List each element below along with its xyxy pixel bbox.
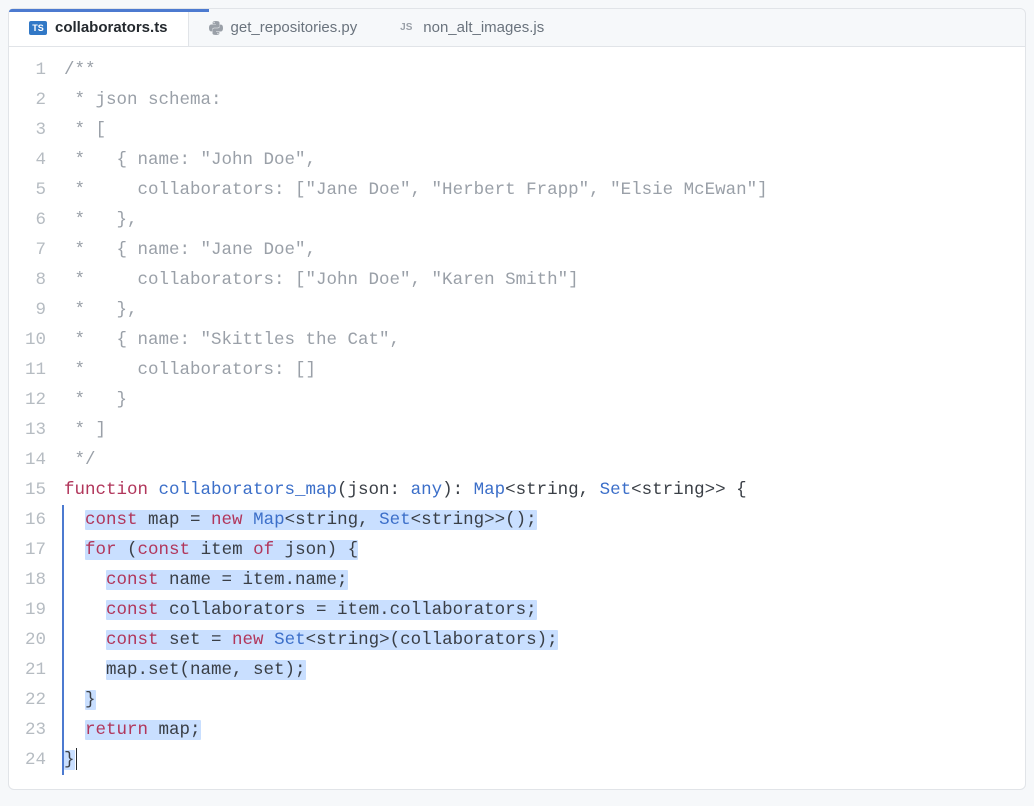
code-line: * ] [64,415,1025,445]
code-line: const collaborators = item.collaborators… [62,595,1025,625]
line-number: 12 [9,385,46,415]
line-number: 22 [9,685,46,715]
code-line: return map; [62,715,1025,745]
python-icon [209,21,223,35]
code-line: for (const item of json) { [62,535,1025,565]
tab-collaborators-ts[interactable]: TS collaborators.ts [9,9,189,46]
line-number: 15 [9,475,46,505]
code-line: * { name: "John Doe", [64,145,1025,175]
line-number: 9 [9,295,46,325]
code-line: function collaborators_map(json: any): M… [64,475,1025,505]
line-number: 3 [9,115,46,145]
code-line: * [ [64,115,1025,145]
text-cursor [76,748,77,770]
code-line: * collaborators: ["John Doe", "Karen Smi… [64,265,1025,295]
line-number-gutter: 1 2 3 4 5 6 7 8 9 10 11 12 13 14 15 16 1… [9,55,64,789]
typescript-icon: TS [29,21,47,35]
line-number: 2 [9,85,46,115]
line-number: 7 [9,235,46,265]
code-line: /** [64,55,1025,85]
code-line: } [62,685,1025,715]
line-number: 8 [9,265,46,295]
tab-non-alt-images-js[interactable]: JS non_alt_images.js [377,9,564,46]
line-number: 1 [9,55,46,85]
line-number: 4 [9,145,46,175]
active-tab-accent [9,9,209,12]
tab-label: collaborators.ts [55,19,168,36]
code-line: map.set(name, set); [62,655,1025,685]
code-content[interactable]: /** * json schema: * [ * { name: "John D… [64,55,1025,789]
code-line: * } [64,385,1025,415]
line-number: 21 [9,655,46,685]
javascript-icon: JS [397,21,415,35]
line-number: 17 [9,535,46,565]
line-number: 11 [9,355,46,385]
code-line: * }, [64,295,1025,325]
code-line: * }, [64,205,1025,235]
editor-window: TS collaborators.ts get_repositories.py … [8,8,1026,790]
tab-get-repositories-py[interactable]: get_repositories.py [189,9,378,46]
code-line: } [62,745,1025,775]
code-line: const map = new Map<string, Set<string>>… [62,505,1025,535]
code-line: * json schema: [64,85,1025,115]
line-number: 6 [9,205,46,235]
code-line: * collaborators: ["Jane Doe", "Herbert F… [64,175,1025,205]
code-line: * collaborators: [] [64,355,1025,385]
code-line: const name = item.name; [62,565,1025,595]
line-number: 20 [9,625,46,655]
line-number: 19 [9,595,46,625]
code-line: * { name: "Skittles the Cat", [64,325,1025,355]
line-number: 10 [9,325,46,355]
line-number: 18 [9,565,46,595]
line-number: 24 [9,745,46,775]
line-number: 16 [9,505,46,535]
line-number: 13 [9,415,46,445]
code-line: const set = new Set<string>(collaborator… [62,625,1025,655]
line-number: 14 [9,445,46,475]
line-number: 5 [9,175,46,205]
code-editor[interactable]: 1 2 3 4 5 6 7 8 9 10 11 12 13 14 15 16 1… [9,47,1025,789]
line-number: 23 [9,715,46,745]
tab-bar: TS collaborators.ts get_repositories.py … [9,9,1025,47]
tab-label: get_repositories.py [231,19,358,36]
code-line: * { name: "Jane Doe", [64,235,1025,265]
tab-label: non_alt_images.js [423,19,544,36]
code-line: */ [64,445,1025,475]
